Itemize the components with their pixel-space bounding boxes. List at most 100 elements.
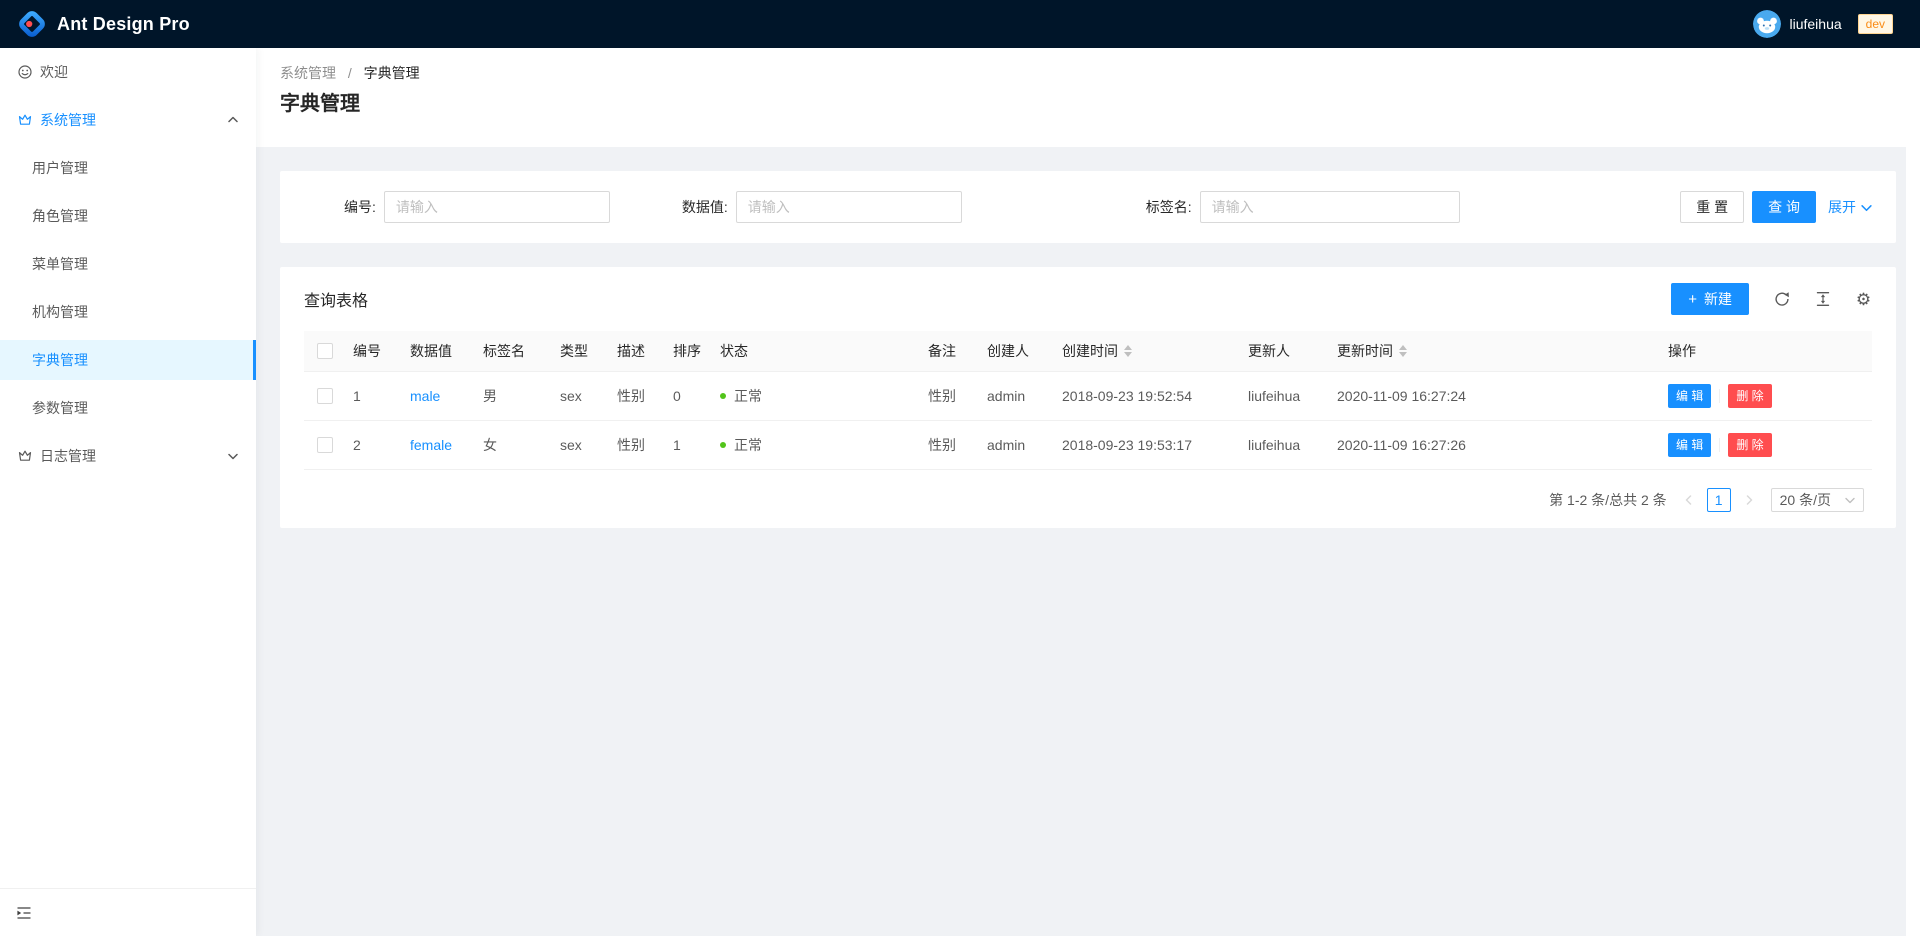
brand[interactable]: Ant Design Pro	[0, 10, 190, 38]
table-title: 查询表格	[304, 287, 368, 311]
cell-updated: 2020-11-09 16:27:24	[1329, 371, 1660, 420]
sidebar-item-params[interactable]: 参数管理	[0, 388, 256, 428]
col-header-id: 编号	[345, 331, 402, 371]
col-header-desc: 描述	[609, 331, 665, 371]
sidebar-item-label: 日志管理	[40, 446, 96, 466]
settings-gear-icon[interactable]: ⚙	[1855, 291, 1872, 308]
cell-creator: admin	[979, 371, 1054, 420]
user-avatar[interactable]	[1753, 10, 1781, 38]
tag-field-label: 标签名:	[1146, 197, 1192, 217]
breadcrumb-separator: /	[348, 65, 352, 81]
query-button[interactable]: 查 询	[1752, 191, 1816, 223]
row-checkbox[interactable]	[317, 388, 333, 404]
sidebar-item-system[interactable]: 系统管理	[0, 100, 256, 140]
col-header-creator: 创建人	[979, 331, 1054, 371]
chevron-right-icon	[1744, 495, 1754, 505]
reload-icon[interactable]	[1773, 291, 1790, 308]
sidebar-collapse-trigger[interactable]	[0, 888, 256, 936]
sidebar-item-label: 欢迎	[40, 62, 68, 82]
new-button-label: 新建	[1704, 289, 1732, 309]
action-divider	[1719, 389, 1720, 403]
cell-value-link[interactable]: female	[410, 437, 452, 453]
prev-page-button[interactable]	[1677, 488, 1701, 512]
menu-fold-icon	[16, 905, 32, 921]
cell-remark: 性别	[920, 420, 979, 469]
cell-creator: admin	[979, 420, 1054, 469]
col-header-value: 数据值	[402, 331, 475, 371]
page-size-value: 20 条/页	[1780, 490, 1831, 510]
app: Ant Design Pro liufeihua dev	[0, 0, 1920, 936]
data-table: 编号 数据值 标签名 类型 描述 排序 状态 备注 创建人 创建时间	[304, 331, 1872, 470]
sidebar-item-users[interactable]: 用户管理	[0, 148, 256, 188]
col-header-updated[interactable]: 更新时间	[1329, 331, 1660, 371]
sidebar-item-label: 菜单管理	[32, 254, 88, 274]
cell-type: sex	[552, 371, 609, 420]
main-area: 系统管理 / 字典管理 字典管理 编号: 数据值: 标签名:	[256, 48, 1920, 936]
col-header-tag: 标签名	[475, 331, 552, 371]
col-header-created[interactable]: 创建时间	[1054, 331, 1240, 371]
value-input[interactable]	[736, 191, 962, 223]
cell-desc: 性别	[609, 371, 665, 420]
select-all-checkbox[interactable]	[317, 343, 333, 359]
delete-button[interactable]: 删 除	[1728, 433, 1771, 457]
edit-button[interactable]: 编 辑	[1668, 433, 1711, 457]
sidebar-item-logs[interactable]: 日志管理	[0, 436, 256, 476]
tag-input[interactable]	[1200, 191, 1460, 223]
delete-button[interactable]: 删 除	[1728, 384, 1771, 408]
reset-button[interactable]: 重 置	[1680, 191, 1744, 223]
sidebar-item-dicts[interactable]: 字典管理	[0, 340, 256, 380]
sorter-icon[interactable]	[1399, 345, 1407, 357]
col-header-actions: 操作	[1660, 331, 1872, 371]
cell-tag: 男	[475, 371, 552, 420]
sidebar-item-label: 参数管理	[32, 398, 88, 418]
page-number-1[interactable]: 1	[1707, 488, 1731, 512]
form-group-tag: 标签名:	[1146, 191, 1460, 223]
sidebar-item-label: 机构管理	[32, 302, 88, 322]
plus-icon: +	[1688, 291, 1697, 308]
edit-button[interactable]: 编 辑	[1668, 384, 1711, 408]
column-height-icon[interactable]	[1814, 291, 1831, 308]
status-dot-icon	[720, 442, 726, 448]
cell-sort: 0	[665, 371, 712, 420]
chevron-down-icon	[1861, 202, 1872, 213]
id-input[interactable]	[384, 191, 610, 223]
row-checkbox[interactable]	[317, 437, 333, 453]
cell-updater: liufeihua	[1240, 371, 1329, 420]
breadcrumb-item-system[interactable]: 系统管理	[280, 65, 336, 81]
cell-tag: 女	[475, 420, 552, 469]
crown-icon	[18, 113, 32, 127]
col-header-updater: 更新人	[1240, 331, 1329, 371]
page-size-select[interactable]: 20 条/页	[1771, 488, 1864, 512]
scrollbar-gutter[interactable]	[1906, 48, 1920, 936]
cell-remark: 性别	[920, 371, 979, 420]
header-user-area[interactable]: liufeihua dev	[1753, 10, 1920, 38]
cell-updated: 2020-11-09 16:27:26	[1329, 420, 1660, 469]
brand-title[interactable]: Ant Design Pro	[57, 14, 190, 35]
form-group-value: 数据值:	[682, 191, 962, 223]
status-badge: 正常	[720, 435, 762, 455]
table-card: 查询表格 + 新建	[280, 267, 1896, 528]
sidebar-item-welcome[interactable]: 欢迎	[0, 52, 256, 92]
form-group-id: 编号:	[344, 191, 610, 223]
cell-type: sex	[552, 420, 609, 469]
new-button[interactable]: + 新建	[1671, 283, 1749, 315]
col-header-sort: 排序	[665, 331, 712, 371]
sidebar-item-menus[interactable]: 菜单管理	[0, 244, 256, 284]
action-divider	[1719, 438, 1720, 452]
next-page-button[interactable]	[1737, 488, 1761, 512]
status-dot-icon	[720, 393, 726, 399]
sidebar-item-label: 字典管理	[32, 350, 88, 370]
page-title: 字典管理	[280, 90, 1896, 118]
sidebar: 欢迎 系统管理 用户管理 角色管理 菜单管理 机构管理	[0, 48, 256, 936]
table-row: 1 male 男 sex 性别 0 正常 性别 admin 2018-09-23…	[304, 371, 1872, 420]
page-header: 系统管理 / 字典管理 字典管理	[256, 48, 1920, 147]
cell-value-link[interactable]: male	[410, 388, 440, 404]
cell-created: 2018-09-23 19:53:17	[1054, 420, 1240, 469]
expand-link[interactable]: 展开	[1828, 197, 1872, 217]
chevron-left-icon	[1684, 495, 1694, 505]
sidebar-item-orgs[interactable]: 机构管理	[0, 292, 256, 332]
chevron-down-icon	[228, 451, 238, 461]
cell-desc: 性别	[609, 420, 665, 469]
sorter-icon[interactable]	[1124, 345, 1132, 357]
sidebar-item-roles[interactable]: 角色管理	[0, 196, 256, 236]
